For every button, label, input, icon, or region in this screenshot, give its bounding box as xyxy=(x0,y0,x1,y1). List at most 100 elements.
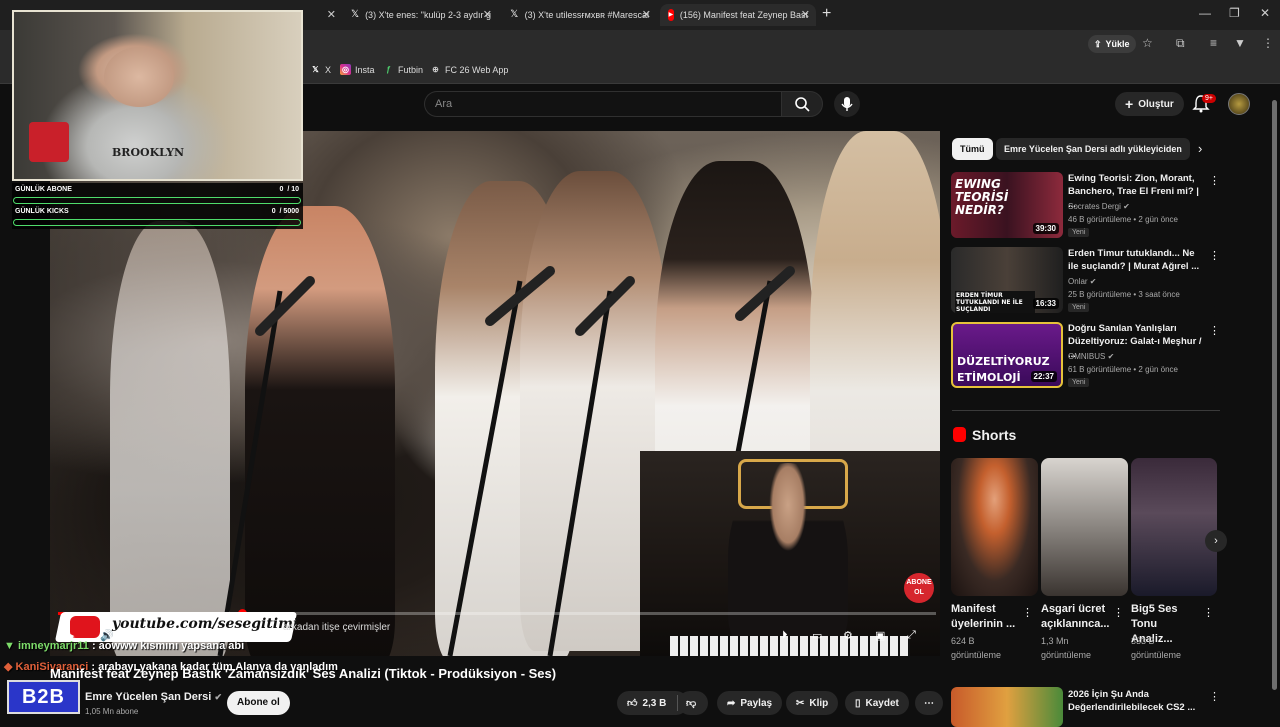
streamer-logo: B2B xyxy=(7,680,80,714)
browser-tab-2[interactable]: 𝕏 (3) X'te utilessғᴍxвʀ #Marescal ✕ xyxy=(502,4,657,26)
profile-icon[interactable]: ▼ xyxy=(1234,36,1246,50)
short-views: 624 B görüntüleme xyxy=(951,636,1002,660)
tab-title: (3) X'te enes: "kulüp 2-3 aydır g xyxy=(365,10,492,20)
tab-title: (3) X'te utilessғᴍxвʀ #Marescal xyxy=(524,10,649,20)
mic-icon xyxy=(841,97,853,111)
chapter-title[interactable]: arkadan itişe çevirmişler xyxy=(283,622,390,633)
miniplayer-icon[interactable]: ▣ xyxy=(875,629,885,642)
stream-goals-panel: GÜNLÜK ABONE 0 / 10 GÜNLÜK KICKS 0 / 500… xyxy=(12,183,303,229)
futbin-icon: ƒ xyxy=(386,65,391,74)
share-button[interactable]: ➦ Paylaş xyxy=(717,691,783,715)
bookmark-fc26[interactable]: ⊕ FC 26 Web App xyxy=(430,64,508,75)
dislike-button[interactable]: 👎︎ xyxy=(678,691,708,715)
thumbs-down-icon: 👎︎ xyxy=(686,698,697,709)
close-icon[interactable]: ✕ xyxy=(327,8,336,21)
menu-icon[interactable]: ⋮ xyxy=(1262,36,1274,50)
bookmark-label: Insta xyxy=(355,64,375,75)
bookmark-x[interactable]: 𝕏 X xyxy=(310,64,331,75)
video-title: Manifest feat Zeynep Bastık 'Zamansızdık… xyxy=(50,666,557,681)
share-icon: ➦ xyxy=(727,697,736,709)
goal-value: 0 / 10 xyxy=(279,186,299,193)
recommendation-item[interactable]: EWING TEORİSİ NEDİR? 39:30 Ewing Teorisi… xyxy=(951,172,1221,242)
recommendation-item[interactable]: DÜZELTİYORUZ ETİMOLOJİ 22:37 Doğru Sanıl… xyxy=(951,322,1221,392)
short-thumbnail[interactable] xyxy=(1131,458,1217,596)
chat-badge-icon: ▼ xyxy=(4,640,15,652)
webcam-face xyxy=(104,47,174,107)
browser-tab-0-close-area[interactable]: ✕ xyxy=(300,4,342,26)
create-button[interactable]: + Oluştur xyxy=(1115,92,1184,116)
page-scrollbar[interactable] xyxy=(1272,100,1277,690)
duration-badge: 39:30 xyxy=(1032,223,1059,234)
search-input[interactable]: Ara xyxy=(424,91,781,117)
shorts-next-icon[interactable]: › xyxy=(1205,530,1227,552)
minimize-icon[interactable]: — xyxy=(1199,6,1211,20)
close-icon[interactable]: ✕ xyxy=(483,8,492,21)
close-icon[interactable]: ✕ xyxy=(642,8,651,21)
channel-name[interactable]: Emre Yücelen Şan Dersi ✔ xyxy=(85,691,222,703)
goal-value: 0 / 5000 xyxy=(271,208,299,215)
clip-button[interactable]: ✂ Klip xyxy=(786,691,839,715)
window-close-icon[interactable]: ✕ xyxy=(1260,6,1270,20)
video-thumbnail[interactable]: EWING TEORİSİ NEDİR? 39:30 xyxy=(951,172,1063,238)
media-icon[interactable]: ≡ xyxy=(1210,36,1217,50)
bookmark-label: X xyxy=(325,64,332,75)
short-views: 333 B görüntüleme xyxy=(1131,636,1182,660)
settings-icon[interactable]: ⚙ xyxy=(843,629,853,642)
more-actions-button[interactable]: ⋯ xyxy=(915,691,943,715)
subscribe-badge: ABONE OL xyxy=(904,573,934,603)
subtitles-icon[interactable]: ▭ xyxy=(812,629,822,642)
more-vert-icon[interactable]: ⋮ xyxy=(1203,606,1214,619)
chevron-right-icon[interactable]: › xyxy=(1198,141,1202,156)
more-vert-icon[interactable]: ⋮ xyxy=(1209,324,1220,337)
short-thumbnail[interactable] xyxy=(951,458,1038,596)
video-thumbnail[interactable] xyxy=(951,687,1063,727)
short-views: 1,3 Mn görüntüleme xyxy=(1041,636,1092,660)
extensions-icon[interactable]: ⧉ xyxy=(1176,36,1185,51)
save-button[interactable]: ▯ Kaydet xyxy=(845,691,909,715)
more-vert-icon[interactable]: ⋮ xyxy=(1209,690,1220,703)
time-display: 2:35 / 12:23 xyxy=(135,630,183,640)
subscribe-button[interactable]: Abone ol xyxy=(227,691,290,715)
instagram-icon: ◎ xyxy=(340,64,351,75)
chip-all[interactable]: Tümü xyxy=(952,138,993,160)
chip-from-uploader[interactable]: Emre Yücelen Şan Dersi adlı yükleyiciden xyxy=(996,138,1190,160)
restore-icon[interactable]: ❐ xyxy=(1229,6,1240,20)
autoplay-toggle-icon[interactable]: ⏵ xyxy=(782,629,788,642)
recommendation-item[interactable]: ERDEN TİMUR TUTUKLANDI NE İLE SUÇLANDI 1… xyxy=(951,247,1221,317)
browser-tab-1[interactable]: 𝕏 (3) X'te enes: "kulüp 2-3 aydır g ✕ xyxy=(343,4,498,26)
tab-title: (156) Manifest feat Zeynep Bast xyxy=(679,10,808,20)
browser-tab-3-active[interactable]: ▶ (156) Manifest feat Zeynep Bast ✕ xyxy=(660,4,816,26)
more-vert-icon[interactable]: ⋮ xyxy=(1022,606,1033,619)
search-button[interactable] xyxy=(781,91,823,117)
youtube-icon: ▶ xyxy=(668,9,674,21)
video-thumbnail[interactable]: ERDEN TİMUR TUTUKLANDI NE İLE SUÇLANDI 1… xyxy=(951,247,1063,313)
search-icon xyxy=(795,97,810,112)
new-tab-button[interactable]: + xyxy=(822,5,831,23)
video-thumbnail[interactable]: DÜZELTİYORUZ ETİMOLOJİ 22:37 xyxy=(951,322,1063,388)
account-avatar[interactable] xyxy=(1228,93,1250,115)
fullscreen-icon[interactable]: ⤢ xyxy=(907,629,916,642)
duration-badge: 22:37 xyxy=(1030,371,1057,382)
new-badge: Yeni xyxy=(1068,378,1090,387)
notification-badge: 9+ xyxy=(1202,94,1216,103)
upload-button[interactable]: ⇪ Yükle xyxy=(1088,35,1136,53)
save-label: Kaydet xyxy=(865,697,899,709)
close-icon[interactable]: ✕ xyxy=(801,8,810,21)
voice-search-button[interactable] xyxy=(834,91,860,117)
short-thumbnail[interactable] xyxy=(1041,458,1128,596)
pip-presenter xyxy=(728,463,848,653)
bookmark-insta[interactable]: ◎ Insta xyxy=(340,64,375,75)
more-vert-icon[interactable]: ⋮ xyxy=(1209,174,1220,187)
recommendation-title: 2026 İçin Şu Anda Değerlendirilebilecek … xyxy=(1068,689,1196,713)
more-vert-icon[interactable]: ⋮ xyxy=(1113,606,1124,619)
more-vert-icon[interactable]: ⋮ xyxy=(1209,249,1220,262)
thumbnail-text: ERDEN TİMUR TUTUKLANDI NE İLE SUÇLANDI xyxy=(955,291,1035,313)
globe-icon: ⊕ xyxy=(432,65,439,74)
upload-icon: ⇪ xyxy=(1094,38,1102,49)
bookmark-futbin[interactable]: ƒ Futbin xyxy=(383,64,423,75)
bookmark-star-icon[interactable]: ☆ xyxy=(1142,36,1153,50)
youtube-logo-icon xyxy=(70,616,100,638)
goal-progress-bar xyxy=(13,197,301,204)
shorts-icon xyxy=(953,427,966,442)
verified-icon: ✔ xyxy=(1089,277,1097,286)
